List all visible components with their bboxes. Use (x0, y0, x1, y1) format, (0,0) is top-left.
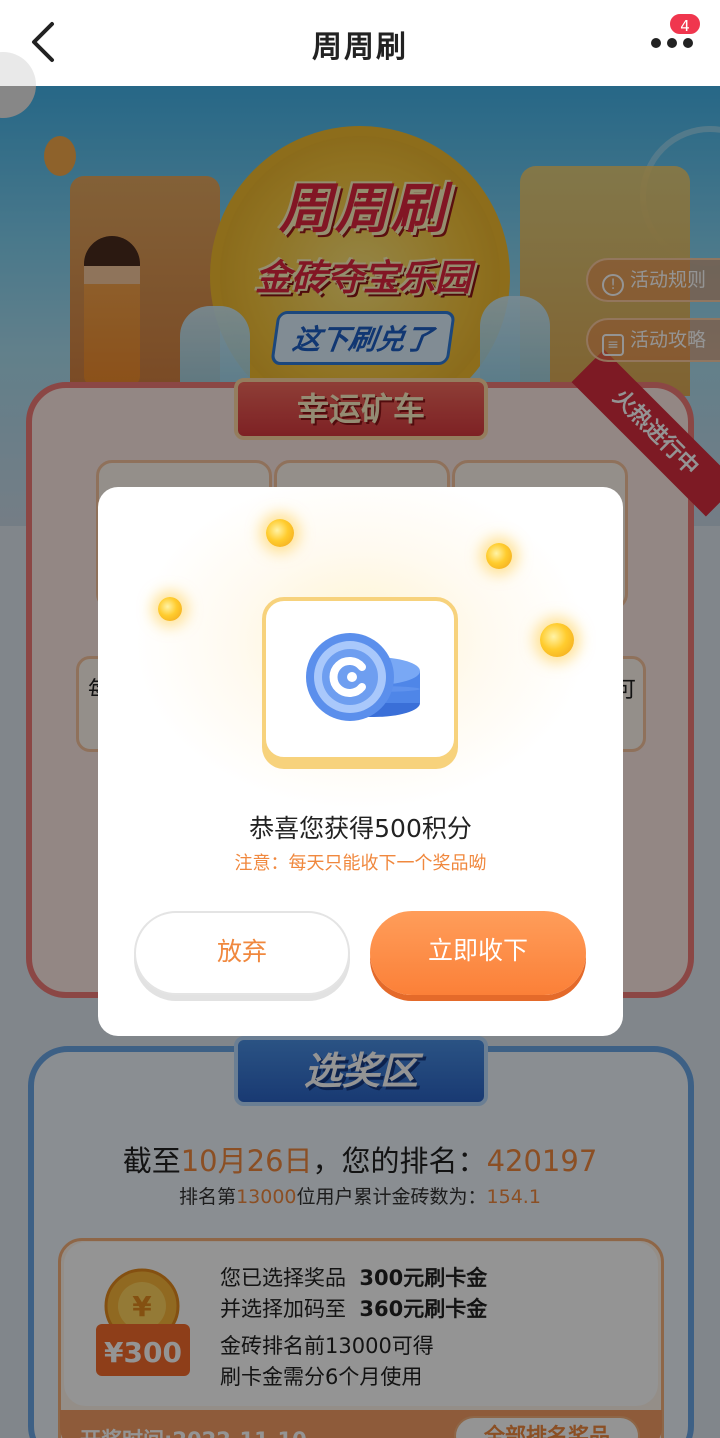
flying-coin-icon (158, 597, 182, 621)
flying-coin-icon (540, 623, 574, 657)
give-up-button[interactable]: 放弃 (134, 911, 350, 995)
reward-modal: 恭喜您获得500积分 注意：每天只能收下一个奖品呦 放弃 立即收下 (98, 487, 623, 1036)
points-coin-stack-icon (306, 633, 420, 721)
accept-reward-button[interactable]: 立即收下 (370, 911, 586, 995)
points-reward-icon-frame (262, 597, 458, 761)
nav-bar: 周周刷 4 (0, 0, 720, 86)
flying-coin-icon (486, 543, 512, 569)
notification-badge: 4 (668, 12, 702, 36)
reward-title: 恭喜您获得500积分 (249, 814, 472, 843)
flying-coin-icon (266, 519, 294, 547)
page-title: 周周刷 (312, 30, 408, 65)
reward-note: 注意：每天只能收下一个奖品呦 (234, 853, 487, 874)
